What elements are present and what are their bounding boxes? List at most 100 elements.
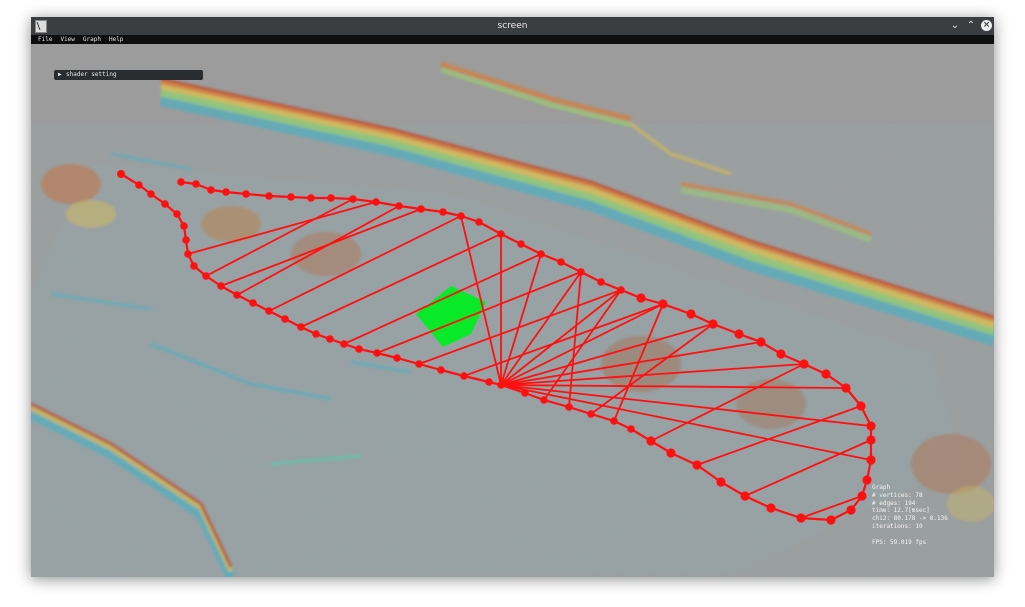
graph-vertex bbox=[202, 272, 210, 280]
graph-vertex bbox=[242, 190, 250, 198]
graph-vertex bbox=[658, 299, 668, 309]
graph-vertex bbox=[557, 258, 565, 266]
graph-vertex bbox=[161, 200, 169, 208]
graph-vertex bbox=[372, 198, 380, 206]
graph-vertex bbox=[340, 340, 348, 348]
graph-vertex bbox=[395, 202, 403, 210]
graph-vertex bbox=[577, 268, 585, 276]
graph-vertex bbox=[521, 389, 529, 397]
graph-vertex bbox=[373, 349, 381, 357]
graph-vertex bbox=[766, 503, 776, 513]
graph-vertex bbox=[217, 282, 225, 290]
graph-vertex bbox=[610, 417, 618, 425]
app-window: screen ⌄ ⌃ × File View Graph Help ▶ shad… bbox=[31, 17, 994, 577]
3d-viewport[interactable]: ▶ shader setting Graph # vertices: 78 # … bbox=[31, 44, 994, 577]
graph-vertex bbox=[866, 421, 876, 431]
graph-stats: Graph # vertices: 78 # edges: 194 time: … bbox=[872, 484, 948, 547]
graph-vertex bbox=[265, 307, 273, 315]
triangle-right-icon[interactable]: ▶ bbox=[58, 70, 62, 80]
graph-vertex bbox=[716, 477, 726, 487]
graph-vertex bbox=[475, 218, 483, 226]
graph-vertex bbox=[866, 455, 876, 465]
graph-vertex bbox=[147, 190, 155, 198]
graph-vertex bbox=[692, 460, 702, 470]
graph-vertex bbox=[265, 192, 273, 200]
graph-vertex bbox=[826, 515, 836, 525]
graph-vertex bbox=[233, 291, 241, 299]
graph-vertex bbox=[587, 410, 595, 418]
graph-vertex bbox=[180, 222, 188, 230]
graph-vertex bbox=[326, 335, 334, 343]
graph-vertex bbox=[182, 236, 190, 244]
graph-vertex bbox=[184, 250, 192, 258]
title-bar[interactable]: screen ⌄ ⌃ × bbox=[31, 17, 994, 35]
graph-vertex bbox=[312, 330, 320, 338]
graph-vertex bbox=[297, 323, 305, 331]
stats-chi2: chi2: 80.178 -> 8.136 bbox=[872, 515, 948, 523]
graph-vertex bbox=[457, 212, 465, 220]
graph-vertex bbox=[417, 205, 425, 213]
graph-vertex bbox=[740, 491, 750, 501]
menu-file[interactable]: File bbox=[31, 36, 56, 43]
graph-vertex bbox=[799, 359, 809, 369]
menu-graph[interactable]: Graph bbox=[79, 36, 105, 43]
stats-vertices: # vertices: 78 bbox=[872, 491, 923, 499]
graph-vertex bbox=[565, 403, 573, 411]
graph-vertex bbox=[636, 293, 646, 303]
graph-vertex bbox=[776, 349, 786, 359]
shader-setting-label: shader setting bbox=[66, 71, 117, 78]
window-title: screen bbox=[497, 21, 528, 31]
graph-vertex bbox=[460, 372, 468, 380]
graph-vertex bbox=[756, 337, 766, 347]
menu-bar: File View Graph Help bbox=[31, 35, 994, 44]
graph-vertex bbox=[177, 178, 185, 186]
graph-vertex bbox=[734, 329, 744, 339]
menu-help[interactable]: Help bbox=[105, 36, 127, 43]
stats-time: time: 12.7[msec] bbox=[872, 507, 930, 515]
graph-vertex bbox=[207, 186, 215, 194]
graph-vertex bbox=[307, 194, 315, 202]
graph-vertex bbox=[355, 345, 363, 353]
stats-edges: # edges: 194 bbox=[872, 499, 916, 507]
graph-vertex bbox=[497, 381, 505, 389]
graph-vertex bbox=[617, 286, 625, 294]
stats-heading: Graph bbox=[872, 484, 891, 491]
graph-vertex bbox=[173, 210, 181, 218]
graph-vertex bbox=[327, 194, 335, 202]
minimize-icon[interactable]: ⌄ bbox=[948, 19, 962, 33]
close-icon[interactable]: × bbox=[981, 20, 992, 31]
graph-vertex bbox=[646, 436, 656, 446]
graph-vertex bbox=[249, 299, 257, 307]
shader-setting-panel[interactable]: ▶ shader setting bbox=[54, 70, 203, 80]
graph-vertex bbox=[117, 170, 125, 178]
graph-vertex bbox=[485, 378, 493, 386]
graph-vertex bbox=[222, 188, 230, 196]
graph-vertex bbox=[135, 181, 143, 189]
graph-vertex bbox=[821, 369, 831, 379]
graph-vertex bbox=[846, 505, 856, 515]
graph-vertex bbox=[862, 475, 872, 485]
graph-vertex bbox=[597, 278, 605, 286]
menu-view[interactable]: View bbox=[56, 36, 78, 43]
graph-vertex bbox=[415, 360, 423, 368]
graph-vertex bbox=[537, 250, 545, 258]
graph-vertex bbox=[627, 425, 635, 433]
graph-vertex bbox=[866, 435, 876, 445]
graph-vertex bbox=[666, 448, 676, 458]
scene-canvas[interactable] bbox=[31, 44, 994, 577]
graph-vertex bbox=[192, 180, 200, 188]
graph-vertex bbox=[708, 319, 718, 329]
stats-fps: FPS: 59.019 fps bbox=[872, 538, 927, 546]
graph-vertex bbox=[857, 491, 867, 501]
graph-vertex bbox=[349, 195, 357, 203]
stats-iterations: iterations: 10 bbox=[872, 522, 923, 530]
graph-vertex bbox=[287, 193, 295, 201]
graph-vertex bbox=[686, 309, 696, 319]
graph-vertex bbox=[540, 396, 548, 404]
graph-vertex bbox=[841, 383, 851, 393]
maximize-icon[interactable]: ⌃ bbox=[964, 19, 978, 33]
graph-vertex bbox=[497, 230, 505, 238]
graph-vertex bbox=[437, 366, 445, 374]
graph-vertex bbox=[393, 354, 401, 362]
graph-vertex bbox=[281, 315, 289, 323]
